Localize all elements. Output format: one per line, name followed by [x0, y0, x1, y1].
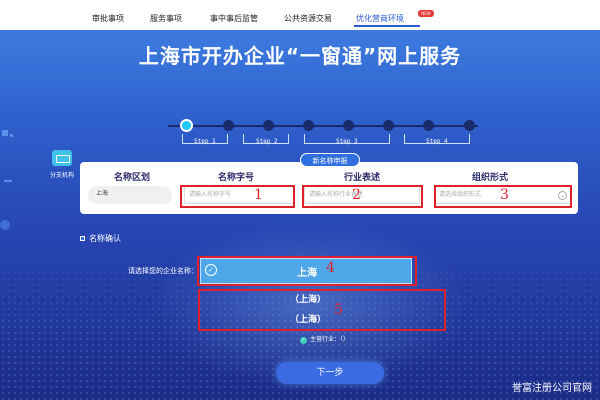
section-marker-icon [80, 236, 85, 241]
new-badge: NEW [418, 10, 434, 17]
label-brand: 名称字号 [218, 173, 255, 183]
annotation-number-5: 5 [334, 302, 343, 318]
step-dot-8 [464, 120, 475, 131]
step-dot-1 [182, 121, 191, 130]
hero-panel: 上海市开办企业“一窗通”网上服务 Step 1 Step 2 Step 3 St… [0, 30, 600, 400]
annotation-number-4: 4 [326, 260, 335, 276]
annotation-number-2: 2 [352, 187, 361, 203]
step-dot-3 [263, 120, 274, 131]
main-industry-note: ✓ 主营行业：（） [300, 334, 349, 344]
branch-office-option[interactable]: 分支机构 [48, 150, 76, 179]
step-label-4: Step 4 [426, 138, 448, 145]
step-label-2: Step 2 [256, 138, 278, 145]
check-icon: ✓ [300, 337, 307, 344]
annotation-number-1: 1 [254, 187, 263, 203]
step-dot-7 [423, 120, 434, 131]
step-dot-4 [303, 120, 314, 131]
nav-item-public-resources[interactable]: 公共资源交易 [284, 13, 332, 24]
nav-item-service[interactable]: 服务事项 [150, 13, 182, 24]
annotation-box-2 [302, 185, 423, 208]
nav-item-business-environment[interactable]: 优化营商环境 [356, 13, 404, 24]
annotation-box-1 [180, 185, 295, 208]
next-button[interactable]: 下一步 [276, 362, 384, 384]
branch-icon [52, 150, 72, 166]
industry-note-text: 主营行业：（） [310, 336, 350, 343]
selected-name-text: 上海 [297, 268, 317, 279]
branch-label: 分支机构 [49, 172, 74, 179]
watermark: 誉富注册公司官网 [512, 383, 592, 394]
name-confirm-heading: 名称确认 [80, 233, 121, 244]
top-nav: 审批事项 服务事项 事中事后监管 公共资源交易 优化营商环境 NEW [0, 0, 600, 30]
step-label-1: Step 1 [194, 138, 216, 145]
nav-active-underline [354, 25, 420, 27]
new-name-tab[interactable]: 新名称申报 [300, 153, 360, 167]
region-input[interactable]: 上海 [88, 186, 172, 204]
step-dot-5 [343, 120, 354, 131]
label-org-form: 组织形式 [472, 173, 509, 183]
step-dot-6 [383, 120, 394, 131]
nav-item-supervision[interactable]: 事中事后监管 [210, 13, 258, 24]
confirm-label: 名称确认 [89, 234, 121, 243]
label-region: 名称区划 [114, 173, 151, 183]
select-name-prompt: 请选择您的企业名称： [128, 267, 198, 275]
page-title: 上海市开办企业“一窗通”网上服务 [138, 44, 462, 68]
label-industry: 行业表述 [344, 173, 381, 183]
step-dot-2 [223, 120, 234, 131]
stepper: Step 1 Step 2 Step 3 Step 4 [168, 114, 478, 145]
selected-name-option[interactable]: ✓ 上海 [200, 258, 412, 284]
step-label-3: Step 3 [336, 138, 358, 145]
annotation-number-3: 3 [500, 187, 509, 203]
left-decoration [0, 130, 18, 260]
nav-item-approval[interactable]: 审批事项 [92, 13, 124, 24]
